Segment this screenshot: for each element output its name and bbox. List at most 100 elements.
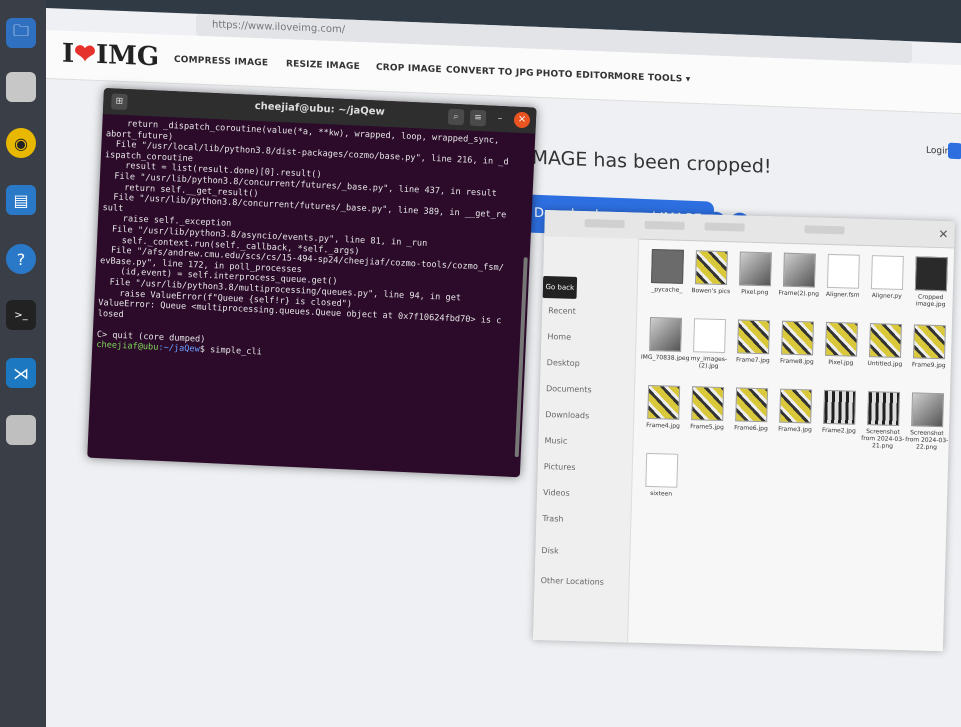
file-thumbnail-icon xyxy=(869,323,902,358)
file-thumbnail-icon xyxy=(649,316,683,352)
file-name: Frame7.jpg xyxy=(735,356,770,365)
file-item[interactable]: Aligner.fsm xyxy=(819,253,868,299)
file-item[interactable]: IMG_70838.jpeg xyxy=(640,316,690,363)
menu-icon[interactable]: ≡ xyxy=(469,109,487,127)
nav-more-tools[interactable]: MORE TOOLS ▾ xyxy=(614,72,691,85)
terminal-output[interactable]: return _dispatch_coroutine(value(*a, **k… xyxy=(91,118,527,473)
signup-button[interactable] xyxy=(948,142,961,160)
file-item[interactable]: Bowen's pics xyxy=(687,250,736,295)
file-name: IMG_70838.jpeg xyxy=(640,353,690,363)
file-item[interactable]: Pixel.jpg xyxy=(817,321,866,367)
file-thumbnail-icon xyxy=(779,388,813,424)
file-item[interactable]: Frame3.jpg xyxy=(771,388,820,434)
close-icon[interactable]: × xyxy=(513,111,531,129)
sidebar-item-disk[interactable]: Disk xyxy=(541,546,558,555)
search-bar xyxy=(804,225,845,235)
rhythmbox-icon[interactable]: ◉ xyxy=(6,128,36,158)
file-name: Aligner.fsm xyxy=(825,290,860,299)
file-item[interactable]: Aligner.py xyxy=(863,255,912,300)
terminal-icon[interactable]: >_ xyxy=(6,300,36,330)
file-thumbnail-icon xyxy=(647,384,681,420)
prompt-cmd: $ simple_cli xyxy=(199,345,262,358)
nav-convert[interactable]: CONVERT TO JPG xyxy=(446,65,534,78)
vscode-icon[interactable]: ⋊ xyxy=(6,358,36,388)
file-item[interactable]: Screenshot from 2024-03-22.png xyxy=(902,392,952,451)
photo-scene: 🗀 ◉ ▤ ? >_ ⋊ https://www.iloveimg.com/ I… xyxy=(0,0,961,727)
file-item[interactable]: Frame6.jpg xyxy=(727,387,776,432)
file-thumbnail-icon xyxy=(694,250,728,286)
file-thumbnail-icon xyxy=(825,321,858,357)
file-item[interactable]: my_images-(2).jpg xyxy=(685,318,734,370)
file-item[interactable]: Frame9.jpg xyxy=(905,324,954,369)
file-item[interactable]: Frame2.jpg xyxy=(815,389,864,435)
file-name: sixteen xyxy=(650,490,673,498)
file-thumbnail-icon xyxy=(738,251,772,287)
trash-icon[interactable] xyxy=(6,415,36,445)
file-thumbnail-icon xyxy=(691,386,725,422)
sidebar-item-downloads[interactable]: Downloads xyxy=(545,410,589,420)
file-name: Untitled.jpg xyxy=(867,360,903,369)
file-name: Pixel.png xyxy=(741,288,769,297)
file-thumbnail-icon xyxy=(693,318,727,354)
file-item[interactable]: Screenshot from 2024-03-21.png xyxy=(858,391,908,450)
iloveimg-logo[interactable]: I❤IMG xyxy=(62,39,159,73)
file-thumbnail-icon xyxy=(823,389,857,425)
file-name: Frame2.jpg xyxy=(821,426,856,435)
file-name: Bowen's pics xyxy=(691,287,731,296)
document-icon[interactable] xyxy=(6,72,36,102)
terminal-window: ⊞ cheejiaf@ubu: ~/jaQew ⌕ ≡ – × return _… xyxy=(87,88,537,478)
sidebar-item-recent[interactable]: Recent xyxy=(548,306,576,316)
go-back-button[interactable]: Go back xyxy=(542,275,578,299)
file-item[interactable]: Cropped image.jpg xyxy=(906,256,954,308)
file-item[interactable]: sixteen xyxy=(637,452,686,498)
file-item[interactable]: Untitled.jpg xyxy=(861,323,910,368)
prompt-path: :~/jaQew xyxy=(158,343,200,356)
path-segment xyxy=(704,222,745,232)
file-item[interactable]: Frame(2).png xyxy=(775,252,824,298)
file-name: Frame(2).png xyxy=(778,289,820,298)
nav-resize[interactable]: RESIZE IMAGE xyxy=(286,59,360,72)
sidebar-item-trash[interactable]: Trash xyxy=(542,514,563,524)
file-item[interactable]: Frame7.jpg xyxy=(729,319,778,364)
launcher-dock: 🗀 ◉ ▤ ? >_ ⋊ xyxy=(0,0,46,727)
sidebar-item-desktop[interactable]: Desktop xyxy=(547,358,580,368)
close-icon[interactable]: ✕ xyxy=(938,227,948,241)
file-item[interactable]: Frame5.jpg xyxy=(683,386,732,431)
path-segment xyxy=(584,219,625,229)
minimize-icon[interactable]: – xyxy=(492,111,509,128)
search-icon[interactable]: ⌕ xyxy=(447,108,465,126)
writer-icon[interactable]: ▤ xyxy=(6,185,36,215)
help-icon[interactable]: ? xyxy=(6,244,36,274)
result-message: IMAGE has been cropped! xyxy=(526,146,772,178)
places-sidebar: Go back Recent Home Desktop Documents Do… xyxy=(532,235,640,643)
file-name: Screenshot from 2024-03-21.png xyxy=(861,428,905,450)
file-thumbnail-icon xyxy=(782,252,816,288)
file-grid: _pycache_ Bowen's pics Pixel.png Frame(2).p… xyxy=(633,243,950,651)
file-thumbnail-icon xyxy=(735,387,769,423)
files-icon[interactable]: 🗀 xyxy=(6,18,36,48)
file-thumbnail-icon xyxy=(914,256,948,292)
file-name: Pixel.jpg xyxy=(828,358,854,367)
path-segment xyxy=(644,220,685,230)
sidebar-item-videos[interactable]: Videos xyxy=(543,488,570,498)
sidebar-item-music[interactable]: Music xyxy=(544,436,567,446)
file-item[interactable]: Frame4.jpg xyxy=(639,384,688,430)
file-thumbnail-icon xyxy=(826,253,860,289)
file-name: Frame9.jpg xyxy=(911,361,946,370)
file-thumbnail-icon xyxy=(870,255,904,291)
file-item[interactable]: Frame8.jpg xyxy=(773,320,822,366)
sidebar-item-home[interactable]: Home xyxy=(547,332,571,342)
sidebar-item-other-locations[interactable]: Other Locations xyxy=(541,576,604,587)
file-thumbnail-icon xyxy=(913,324,946,360)
file-thumbnail-icon xyxy=(867,391,901,426)
login-link[interactable]: Login xyxy=(926,146,950,157)
file-name: Frame8.jpg xyxy=(779,357,814,366)
sidebar-item-documents[interactable]: Documents xyxy=(546,384,592,394)
file-item[interactable]: _pycache_ xyxy=(643,249,692,294)
sidebar-item-pictures[interactable]: Pictures xyxy=(544,462,576,472)
nav-compress[interactable]: COMPRESS IMAGE xyxy=(174,55,268,69)
file-name: _pycache_ xyxy=(651,285,683,294)
nav-crop[interactable]: CROP IMAGE xyxy=(376,63,442,76)
nav-photo-editor[interactable]: PHOTO EDITOR xyxy=(536,69,615,82)
file-item[interactable]: Pixel.png xyxy=(731,251,780,296)
